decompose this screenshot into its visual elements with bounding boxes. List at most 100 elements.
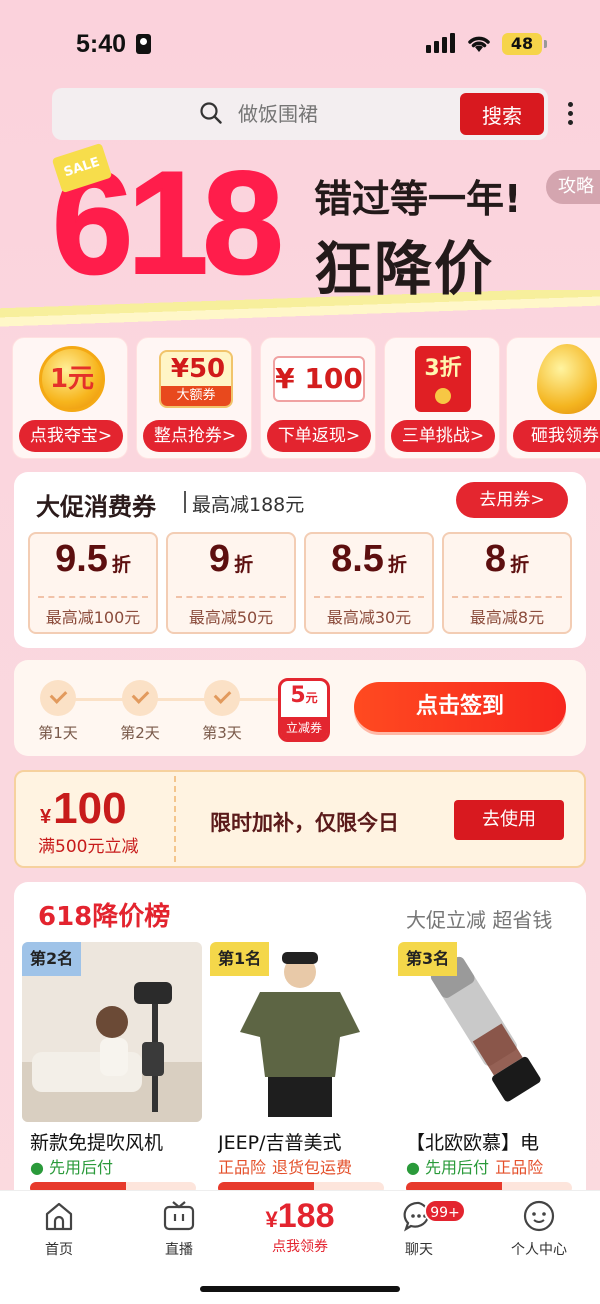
promo-card-challenge[interactable]: 3折 三单挑战>	[384, 337, 500, 459]
voucher-amount: 100	[53, 784, 127, 833]
coupon-unit: 折	[387, 555, 407, 576]
tab-label: 点我领券	[272, 1239, 328, 1255]
promo-card-row: 1元 点我夺宝> ¥50 大额券 整点抢券> ¥ 100 下单返现> 3折 三单…	[12, 337, 600, 459]
day-label: 第2天	[120, 724, 160, 742]
tab-label: 聊天	[405, 1242, 433, 1258]
search-input[interactable]	[238, 98, 438, 130]
product-name: 【北欧欧慕】电	[406, 1132, 540, 1154]
product-card[interactable]: 第3名 【北欧欧慕】电 ● 先用后付 正品险	[398, 942, 578, 1202]
promo-card-label: 点我夺宝>	[19, 420, 123, 452]
tab-center-amount: 188	[277, 1197, 335, 1235]
promo-card-label: 下单返现>	[267, 420, 371, 452]
voucher-100: ¥100 满500元立减 限时加补，仅限今日 去使用	[14, 770, 586, 868]
status-bar: 5:40 48	[0, 0, 600, 86]
currency-symbol: ¥	[265, 1207, 278, 1232]
currency-symbol: ¥	[40, 806, 52, 828]
divider	[184, 491, 186, 513]
coupon-panel-title: 大促消费券	[36, 493, 156, 521]
coupon-discount: 9.5	[55, 538, 108, 580]
product-card[interactable]: 第2名 新款免提吹风机 ● 先用后付	[22, 942, 202, 1202]
coupon-unit: 折	[111, 555, 131, 576]
use-coupon-button[interactable]: 去用券>	[456, 482, 568, 518]
voucher-condition: 满500元立减	[38, 837, 139, 857]
ranking-subtitle: 大促立减 超省钱	[406, 908, 553, 932]
promo-card-label: 砸我领券	[513, 420, 600, 452]
coupon-amount: ¥50	[170, 354, 226, 384]
search-bar[interactable]: 搜索	[52, 88, 548, 140]
tab-label: 个人中心	[511, 1242, 567, 1258]
signin-day-3: 第3天	[200, 680, 244, 743]
tab-home[interactable]: 首页	[14, 1199, 104, 1259]
rank-badge: 第1名	[210, 942, 270, 976]
coupon-unit: 折	[234, 555, 254, 576]
coupon-ticket[interactable]: 9.5 折 最高减100元	[28, 532, 158, 634]
promo-card-grab-coupon[interactable]: ¥50 大额券 整点抢券>	[136, 337, 252, 459]
golden-egg-icon	[537, 344, 597, 414]
product-name: JEEP/吉普美式	[218, 1132, 342, 1154]
tab-profile[interactable]: 个人中心	[494, 1199, 584, 1259]
tv-icon	[163, 1201, 195, 1231]
price-ranking: 618降价榜 大促立减 超省钱 第2名 新款免提吹风机 ● 先用后付 第1名 J…	[14, 882, 586, 1212]
coupon-ticket[interactable]: 8.5 折 最高减30元	[304, 532, 434, 634]
more-menu-icon[interactable]	[560, 102, 580, 128]
chat-unread-badge: 99+	[424, 1199, 466, 1223]
coupon-ticket[interactable]: 8折 最高减8元	[442, 532, 572, 634]
product-image-shirt: 第1名	[210, 942, 390, 1122]
tag-genuine: 正品险	[495, 1158, 544, 1177]
product-image-grinder: 第3名	[398, 942, 578, 1122]
check-icon	[122, 680, 158, 716]
search-icon	[200, 102, 222, 124]
check-icon	[40, 680, 76, 716]
signin-day-1: 第1天	[36, 680, 80, 743]
signin-panel: 第1天 第2天 第3天 5元 立减券 点击签到	[14, 660, 586, 756]
product-name: 新款免提吹风机	[30, 1132, 164, 1154]
strategy-button[interactable]: 攻略	[546, 170, 600, 204]
battery-indicator: 48	[502, 33, 547, 55]
use-voucher-button[interactable]: 去使用	[454, 800, 564, 840]
home-indicator	[200, 1286, 400, 1292]
status-time: 5:40	[76, 30, 127, 58]
tag-pay-later: ● 先用后付	[30, 1158, 114, 1177]
coupon-ticket[interactable]: 9折 最高减50元	[166, 532, 296, 634]
coupon-max: 最高减100元	[45, 608, 141, 627]
promo-card-label: 整点抢券>	[143, 420, 247, 452]
coupon-max: 最高减8元	[469, 608, 545, 627]
promo-card-cashback[interactable]: ¥ 100 下单返现>	[260, 337, 376, 459]
coupon-discount: 8.5	[331, 538, 384, 580]
ranking-title: 618降价榜	[38, 902, 171, 932]
coupon-sub: 大额券	[161, 386, 231, 406]
promo-card-treasure[interactable]: 1元 点我夺宝>	[12, 337, 128, 459]
day-label: 第1天	[38, 724, 78, 742]
signin-reward: 5元 立减券	[278, 678, 330, 742]
coupon-unit: 折	[510, 555, 530, 576]
coupon-panel: 大促消费券 最高减188元 去用券> 9.5 折 最高减100元 9折 最高减50…	[14, 472, 586, 648]
signin-day-2: 第2天	[118, 680, 162, 743]
tab-label: 首页	[45, 1242, 73, 1258]
check-icon	[204, 680, 240, 716]
signin-button[interactable]: 点击签到	[354, 682, 566, 732]
rank-badge: 第3名	[398, 942, 458, 976]
product-card[interactable]: 第1名 JEEP/吉普美式 正品险 退货包运费	[210, 942, 390, 1202]
wifi-icon	[468, 36, 490, 52]
coupon-panel-subtitle: 最高减188元	[192, 494, 305, 516]
reward-label: 立减券	[281, 717, 327, 739]
banner-slogan-line2: 狂降价	[314, 235, 495, 303]
one-yuan-coin-icon: 1元	[39, 346, 105, 412]
voucher-desc: 限时加补，仅限今日	[210, 811, 399, 835]
coupon-discount: 9	[208, 538, 231, 580]
coupon-discount: 8	[484, 538, 507, 580]
promo-card-egg[interactable]: 砸我领券	[506, 337, 600, 459]
coupon-max: 最高减30元	[326, 608, 412, 627]
tab-coupon-center[interactable]: ¥188 点我领券	[255, 1197, 345, 1256]
reward-unit: 元	[305, 691, 318, 705]
tab-label: 直播	[165, 1242, 193, 1258]
tab-live[interactable]: 直播	[134, 1199, 224, 1259]
profile-face-icon	[523, 1200, 555, 1232]
tag-free-return: 退货包运费	[272, 1158, 353, 1177]
reward-value: 5	[290, 683, 306, 708]
home-icon	[45, 1202, 73, 1231]
banner-slogan-line1: 错过等一年!	[314, 177, 522, 221]
promo-card-label: 三单挑战>	[391, 420, 495, 452]
progress-line	[62, 698, 294, 701]
search-button[interactable]: 搜索	[460, 93, 544, 135]
